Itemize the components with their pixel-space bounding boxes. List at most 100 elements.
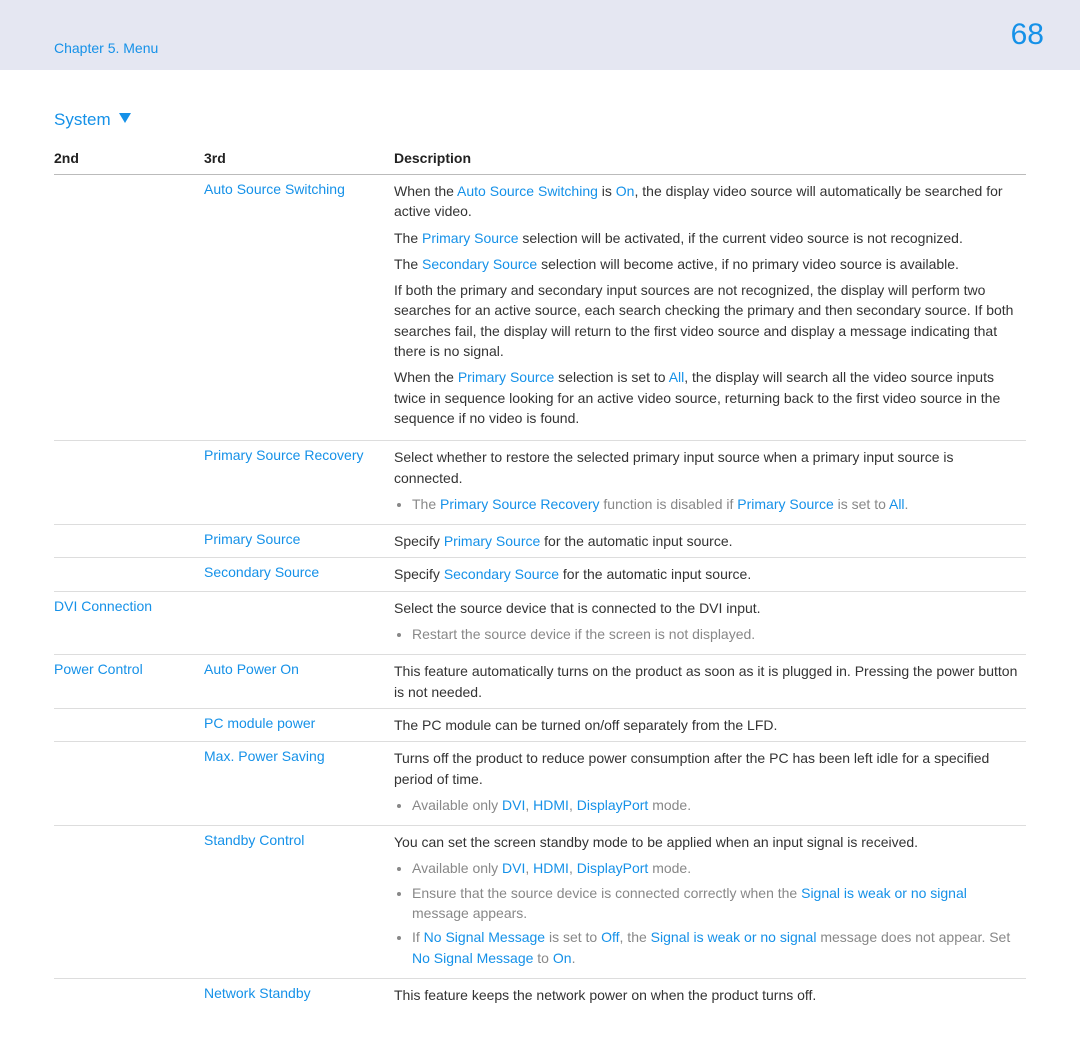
text-fragment: Ensure that the source device is connect… [412, 885, 801, 901]
cell-2nd [54, 175, 204, 441]
table-row: Standby Control You can set the screen s… [54, 826, 1026, 979]
cell-3rd: Primary Source Recovery [204, 441, 394, 525]
highlight-term: DisplayPort [577, 797, 649, 813]
highlight-term: Primary Source [444, 533, 540, 549]
cell-3rd: Auto Source Switching [204, 175, 394, 441]
highlight-term: Signal is weak or no signal [651, 929, 817, 945]
text-paragraph: If both the primary and secondary input … [394, 280, 1018, 361]
highlight-term: Secondary Source [444, 566, 559, 582]
text-fragment: selection will be activated, if the curr… [518, 230, 962, 246]
highlight-term: Primary Source [458, 369, 554, 385]
text-paragraph: Select whether to restore the selected p… [394, 447, 1018, 488]
highlight-term: Secondary Source [422, 256, 537, 272]
cell-2nd: Power Control [54, 655, 204, 709]
page-number: 68 [1011, 18, 1044, 52]
highlight-term: Signal is weak or no signal [801, 885, 967, 901]
text-fragment: to [533, 950, 552, 966]
cell-3rd: Max. Power Saving [204, 742, 394, 826]
highlight-term: DVI [502, 860, 525, 876]
text-fragment: is [598, 183, 616, 199]
highlight-term: HDMI [533, 860, 569, 876]
text-fragment: The [412, 496, 440, 512]
table-row: Max. Power Saving Turns off the product … [54, 742, 1026, 826]
table-row: Primary Source Specify Primary Source fo… [54, 525, 1026, 558]
highlight-term: DisplayPort [577, 860, 649, 876]
text-fragment: When the [394, 369, 458, 385]
text-fragment: for the automatic input source. [540, 533, 732, 549]
highlight-term: Off [601, 929, 619, 945]
table-row: Auto Source Switching When the Auto Sour… [54, 175, 1026, 441]
text-fragment: , [569, 860, 577, 876]
text-fragment: message appears. [412, 905, 527, 921]
cell-description: When the Auto Source Switching is On, th… [394, 175, 1026, 441]
table-row: Primary Source Recovery Select whether t… [54, 441, 1026, 525]
text-fragment: Available only [412, 797, 502, 813]
highlight-term: On [553, 950, 572, 966]
text-paragraph: Select the source device that is connect… [394, 598, 1018, 618]
text-fragment: mode. [648, 797, 691, 813]
text-fragment: The [394, 256, 422, 272]
text-fragment: , [525, 797, 533, 813]
text-fragment: The [394, 230, 422, 246]
cell-description: Select whether to restore the selected p… [394, 441, 1026, 525]
dropdown-triangle-icon [119, 108, 131, 128]
highlight-term: HDMI [533, 797, 569, 813]
chapter-label: Chapter 5. Menu [54, 40, 158, 56]
highlight-term: All [889, 496, 905, 512]
text-fragment: function is disabled if [600, 496, 738, 512]
note-item: Ensure that the source device is connect… [412, 883, 1018, 924]
text-fragment: Available only [412, 860, 502, 876]
text-fragment: , [525, 860, 533, 876]
table-row: PC module power The PC module can be tur… [54, 708, 1026, 741]
table-row: DVI Connection Select the source device … [54, 591, 1026, 655]
highlight-term: Primary Source Recovery [440, 496, 600, 512]
cell-3rd: Primary Source [204, 525, 394, 558]
text-fragment: message does not appear. Set [816, 929, 1010, 945]
cell-description: The PC module can be turned on/off separ… [394, 708, 1026, 741]
cell-description: Select the source device that is connect… [394, 591, 1026, 655]
text-fragment: Specify [394, 533, 444, 549]
col-header-3rd: 3rd [204, 144, 394, 175]
highlight-term: All [669, 369, 685, 385]
text-fragment: for the automatic input source. [559, 566, 751, 582]
cell-3rd: Standby Control [204, 826, 394, 979]
highlight-term: DVI [502, 797, 525, 813]
cell-2nd: DVI Connection [54, 591, 204, 655]
text-fragment: If [412, 929, 424, 945]
text-fragment: , the [620, 929, 651, 945]
note-item: The Primary Source Recovery function is … [412, 494, 1018, 514]
highlight-term: No Signal Message [412, 950, 533, 966]
text-fragment: Specify [394, 566, 444, 582]
highlight-term: Auto Source Switching [457, 183, 598, 199]
note-item: Available only DVI, HDMI, DisplayPort mo… [412, 795, 1018, 815]
text-fragment: . [905, 496, 909, 512]
note-item: Restart the source device if the screen … [412, 624, 1018, 644]
text-fragment: mode. [648, 860, 691, 876]
table-row: Power Control Auto Power On This feature… [54, 655, 1026, 709]
text-fragment: is set to [545, 929, 601, 945]
cell-3rd: Auto Power On [204, 655, 394, 709]
highlight-term: No Signal Message [424, 929, 545, 945]
cell-description: Turns off the product to reduce power co… [394, 742, 1026, 826]
col-header-description: Description [394, 144, 1026, 175]
note-item: Available only DVI, HDMI, DisplayPort mo… [412, 858, 1018, 878]
text-fragment: selection is set to [554, 369, 668, 385]
text-fragment: . [572, 950, 576, 966]
col-header-2nd: 2nd [54, 144, 204, 175]
text-fragment: selection will become active, if no prim… [537, 256, 959, 272]
text-fragment: When the [394, 183, 457, 199]
page-header: 68 Chapter 5. Menu [0, 0, 1080, 70]
text-fragment: , [569, 797, 577, 813]
section-title-text: System [54, 110, 111, 129]
highlight-term: On [616, 183, 635, 199]
note-item: If No Signal Message is set to Off, the … [412, 927, 1018, 968]
text-paragraph: You can set the screen standby mode to b… [394, 832, 1018, 852]
cell-3rd: Network Standby [204, 978, 394, 1011]
highlight-term: Primary Source [422, 230, 518, 246]
cell-description: Specify Primary Source for the automatic… [394, 525, 1026, 558]
cell-description: This feature keeps the network power on … [394, 978, 1026, 1011]
table-row: Network Standby This feature keeps the n… [54, 978, 1026, 1011]
highlight-term: Primary Source [737, 496, 833, 512]
text-fragment: is set to [834, 496, 889, 512]
table-row: Secondary Source Specify Secondary Sourc… [54, 558, 1026, 591]
